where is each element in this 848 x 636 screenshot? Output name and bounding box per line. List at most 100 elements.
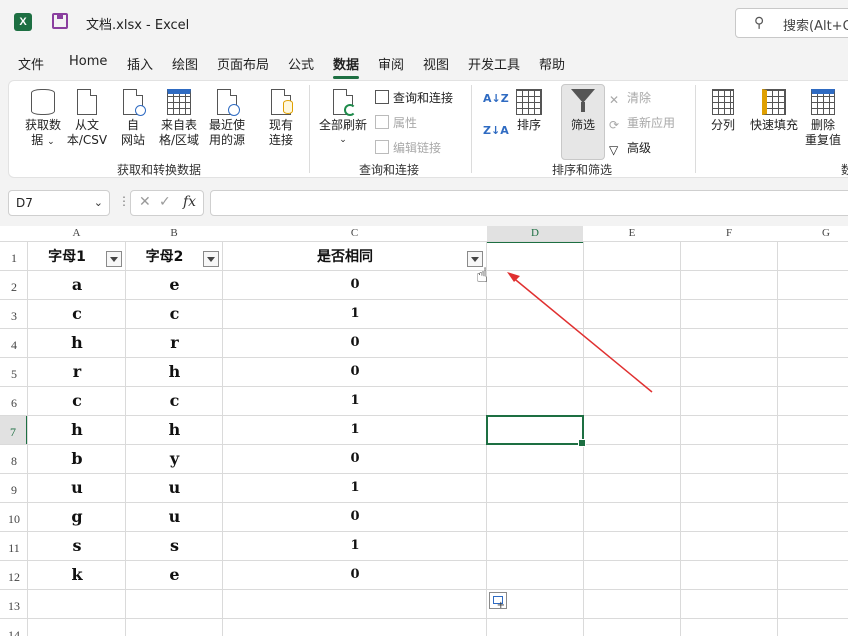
confirm-entry-icon[interactable]: ✓ [159, 194, 171, 210]
tab-review[interactable]: 审阅 [378, 54, 404, 73]
data-cell[interactable]: e [126, 565, 223, 584]
formula-input[interactable] [210, 190, 848, 216]
row-header-4[interactable]: 4 [0, 329, 28, 358]
data-cell[interactable]: u [28, 478, 126, 497]
row-header-8[interactable]: 8 [0, 445, 28, 474]
row-header-12[interactable]: 12 [0, 561, 28, 590]
row-header-6[interactable]: 6 [0, 387, 28, 416]
filter-button[interactable]: 筛选 [561, 84, 605, 160]
tab-help[interactable]: 帮助 [539, 54, 565, 73]
tab-formulas[interactable]: 公式 [288, 54, 314, 73]
data-cell[interactable]: r [126, 333, 223, 352]
data-cell[interactable]: y [126, 449, 223, 468]
data-cell[interactable]: h [28, 333, 126, 352]
clear-filter-button[interactable]: ✕ 清除 [609, 89, 651, 107]
queries-connections-button[interactable]: 查询和连接 [375, 89, 453, 106]
data-cell[interactable]: c [126, 304, 223, 323]
data-cell[interactable]: r [28, 362, 126, 381]
filter-dropdown-icon[interactable] [106, 251, 122, 267]
tab-view[interactable]: 视图 [423, 54, 449, 73]
data-cell[interactable]: c [28, 391, 126, 410]
row-header-9[interactable]: 9 [0, 474, 28, 503]
column-header-g[interactable]: G [778, 226, 848, 241]
name-box[interactable]: D7 ⌄ [8, 190, 110, 216]
from-text-csv-button[interactable]: 从文 本/CSV [65, 89, 109, 148]
cancel-entry-icon[interactable]: ✕ [139, 194, 151, 210]
tab-file[interactable]: 文件 [18, 54, 44, 73]
data-cell[interactable]: g [28, 507, 126, 526]
existing-connections-button[interactable]: 现有 连接 [261, 89, 301, 148]
row-header-14[interactable]: 14 [0, 619, 28, 636]
data-cell[interactable]: c [126, 391, 223, 410]
data-cell[interactable]: 0 [223, 364, 487, 379]
data-cell[interactable]: 0 [223, 451, 487, 466]
column-header-e[interactable]: E [584, 226, 680, 241]
row-header-13[interactable]: 13 [0, 590, 28, 619]
row-header-7[interactable]: 7 [0, 416, 28, 445]
get-data-button[interactable]: 获取数 据 ⌄ [17, 89, 69, 150]
refresh-all-button[interactable]: 全部刷新 ⌄ [315, 89, 371, 148]
text-to-columns-button[interactable]: 分列 [703, 89, 743, 133]
row-header-10[interactable]: 10 [0, 503, 28, 532]
advanced-filter-button[interactable]: ▽ 高级 [609, 139, 651, 157]
data-cell[interactable]: 1 [223, 538, 487, 553]
sort-a-to-z-icon[interactable]: A↓Z [483, 93, 509, 104]
quick-analysis-icon[interactable] [489, 592, 507, 611]
data-cell[interactable]: u [126, 478, 223, 497]
tab-page-layout[interactable]: 页面布局 [217, 54, 269, 73]
tab-draw[interactable]: 绘图 [172, 54, 198, 73]
data-cell[interactable]: e [126, 275, 223, 294]
tab-developer[interactable]: 开发工具 [468, 54, 520, 73]
select-all-corner[interactable] [0, 226, 28, 241]
insert-function-button[interactable]: fx [183, 194, 196, 210]
data-cell[interactable]: 1 [223, 393, 487, 408]
row-header-3[interactable]: 3 [0, 300, 28, 329]
data-cell[interactable]: s [28, 536, 126, 555]
data-cell[interactable]: a [28, 275, 126, 294]
header-cell-b[interactable]: 字母2 [126, 246, 203, 266]
tab-insert[interactable]: 插入 [127, 54, 153, 73]
filter-dropdown-icon[interactable] [203, 251, 219, 267]
row-header-2[interactable]: 2 [0, 271, 28, 300]
reapply-button[interactable]: ⟳ 重新应用 [609, 114, 675, 132]
data-cell[interactable]: 1 [223, 422, 487, 437]
edit-links-button[interactable]: 编辑链接 [375, 139, 441, 156]
column-header-c[interactable]: C [223, 226, 486, 241]
data-cell[interactable]: h [28, 420, 126, 439]
fill-handle[interactable] [578, 439, 586, 447]
data-cell[interactable]: 1 [223, 480, 487, 495]
data-cell[interactable]: 0 [223, 509, 487, 524]
flash-fill-button[interactable]: 快速填充 [747, 89, 801, 133]
header-cell-c[interactable]: 是否相同 [223, 246, 467, 266]
from-table-range-button[interactable]: 来自表 格/区域 [157, 89, 201, 148]
data-cell[interactable]: 1 [223, 306, 487, 321]
remove-duplicates-button[interactable]: 删除 重复值 [803, 89, 843, 148]
data-cell[interactable]: c [28, 304, 126, 323]
data-cell[interactable]: h [126, 420, 223, 439]
sort-button[interactable]: 排序 [509, 89, 549, 133]
data-cell[interactable]: k [28, 565, 126, 584]
row-header-5[interactable]: 5 [0, 358, 28, 387]
sort-z-to-a-icon[interactable]: Z↓A [483, 125, 509, 136]
data-cell[interactable]: 0 [223, 567, 487, 582]
from-web-button[interactable]: 自 网站 [113, 89, 153, 148]
data-cell[interactable]: h [126, 362, 223, 381]
data-cell[interactable]: 0 [223, 335, 487, 350]
worksheet-grid[interactable]: A B C D E F G 1 2 3 4 5 6 7 8 9 10 11 12 13 14 字母1 字母2 是否相同 a e 0 c… [0, 226, 848, 636]
header-cell-a[interactable]: 字母1 [28, 246, 106, 266]
data-cell[interactable]: u [126, 507, 223, 526]
search-box[interactable]: ⚲ 搜索(Alt+Q) [735, 8, 848, 38]
column-header-f[interactable]: F [681, 226, 777, 241]
save-icon[interactable] [52, 13, 68, 29]
chevron-down-icon[interactable]: ⌄ [94, 196, 103, 209]
recent-sources-button[interactable]: 最近使 用的源 [205, 89, 249, 148]
tab-data[interactable]: 数据 [333, 54, 360, 79]
row-header-11[interactable]: 11 [0, 532, 28, 561]
more-options-icon[interactable]: ⋮ [118, 194, 130, 208]
selected-cell[interactable] [486, 415, 586, 447]
column-header-a[interactable]: A [28, 226, 125, 241]
row-header-1[interactable]: 1 [0, 242, 28, 271]
data-cell[interactable]: b [28, 449, 126, 468]
tab-home[interactable]: Home [69, 54, 107, 69]
properties-button[interactable]: 属性 [375, 114, 417, 131]
